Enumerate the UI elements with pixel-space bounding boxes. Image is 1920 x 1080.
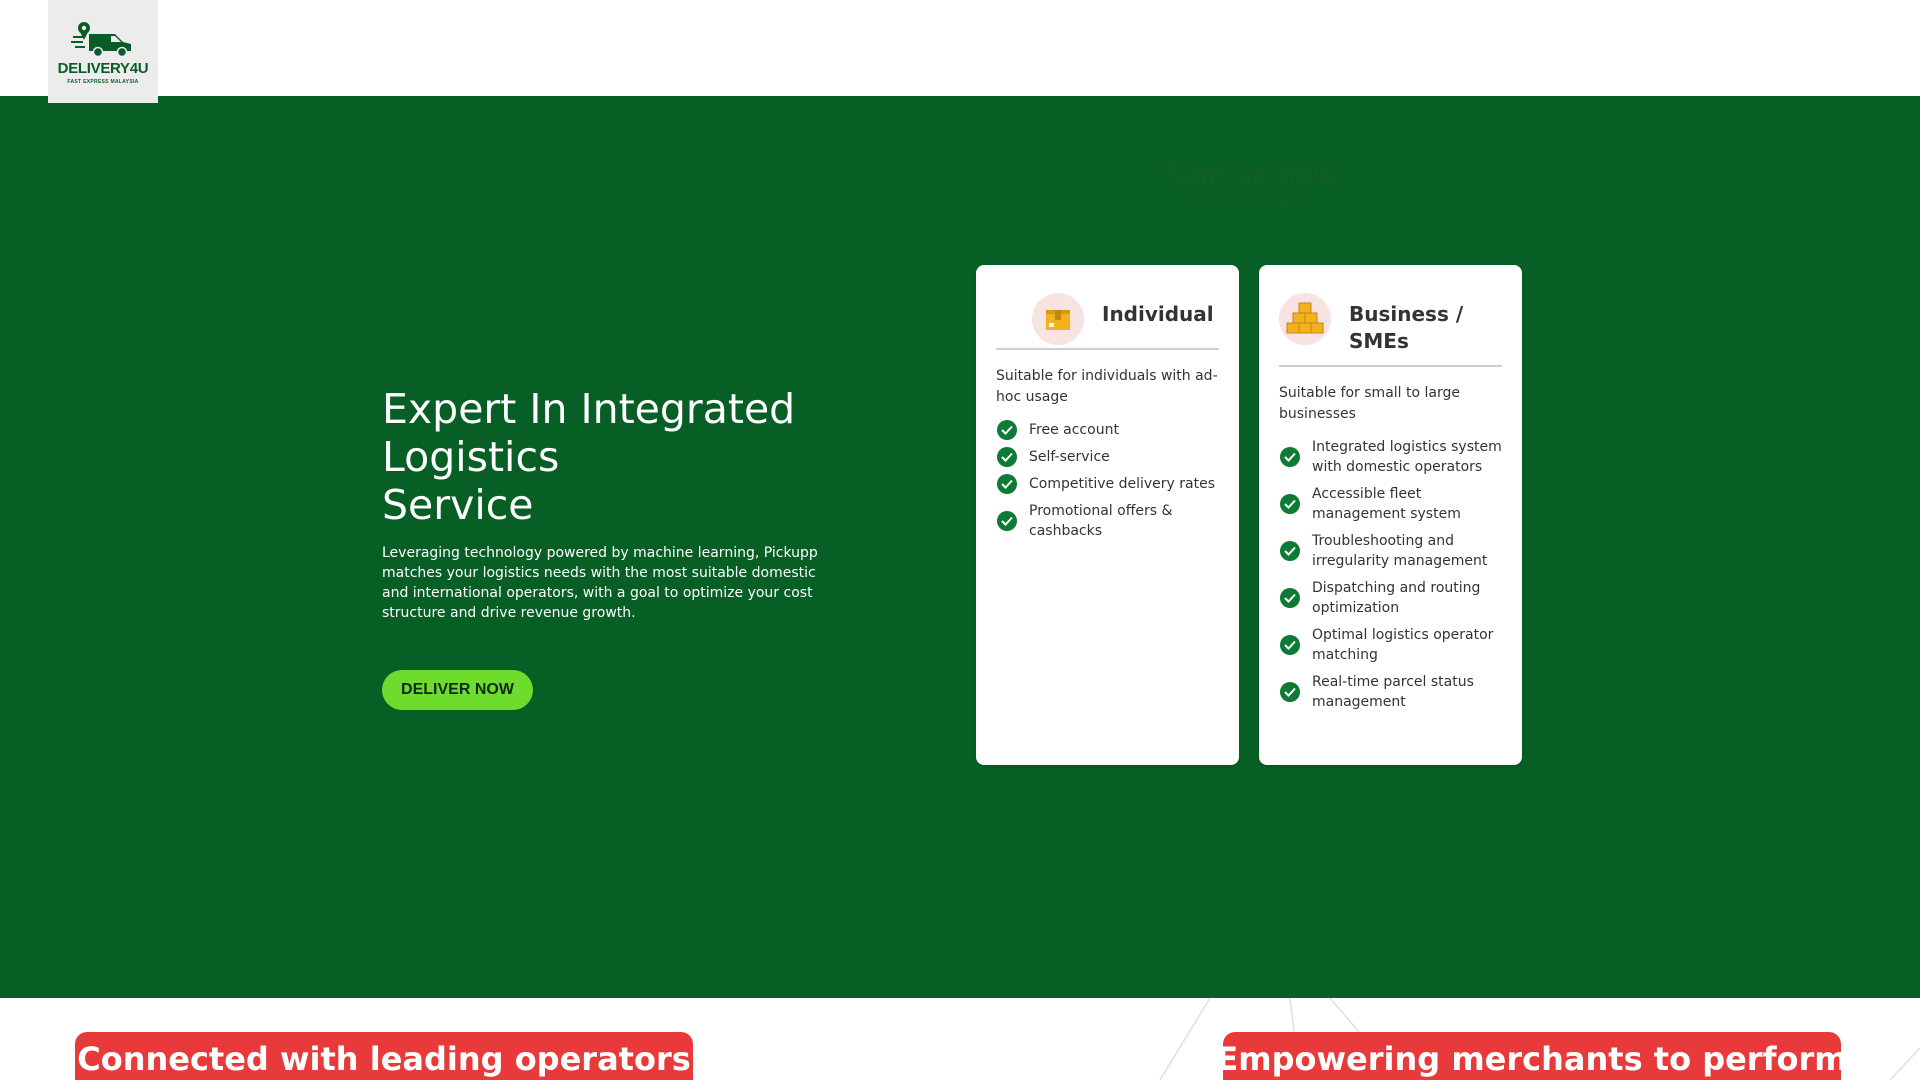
feature-label: Optimal logistics operator matching: [1312, 627, 1494, 663]
delivery-truck-icon: [71, 22, 131, 58]
logo-tagline: FAST EXPRESS MALAYSIA: [67, 79, 139, 85]
hero-title: Expert In Integrated Logistics Service: [382, 385, 852, 529]
business-plan-card[interactable]: Business / SMEs Suitable for small to la…: [1259, 265, 1522, 765]
check-icon: [997, 447, 1017, 467]
feature-label: Real-time parcel status management: [1312, 674, 1474, 710]
feature-list: Integrated logistics system with domesti…: [1279, 437, 1502, 712]
hero-description: Leveraging technology powered by machine…: [382, 545, 818, 621]
feature-item: Troubleshooting and irregularity managem…: [1279, 531, 1502, 571]
feature-label: Accessible fleet management system: [1312, 486, 1461, 522]
feature-item: Promotional offers & cashbacks: [996, 501, 1219, 541]
banner-heading: Connected with leading operators: [77, 1040, 691, 1078]
check-icon: [997, 474, 1017, 494]
check-icon: [1280, 635, 1300, 655]
check-icon: [1280, 682, 1300, 702]
feature-label: Integrated logistics system with domesti…: [1312, 439, 1502, 475]
check-icon: [1280, 447, 1300, 467]
feature-item: Optimal logistics operator matching: [1279, 625, 1502, 665]
banner-heading: Empowering merchants to perform: [1216, 1040, 1848, 1078]
hero-title-line-1: Expert In Integrated: [382, 385, 796, 433]
card-description: Suitable for individuals with ad-hoc usa…: [996, 368, 1218, 405]
check-icon: [997, 420, 1017, 440]
logo-wordmark: DELIVERY4U: [57, 60, 149, 77]
stacked-boxes-icon: [1279, 293, 1331, 345]
check-icon: [1280, 494, 1300, 514]
card-title: Individual: [1102, 302, 1214, 326]
individual-plan-card[interactable]: Individual Suitable for individuals with…: [976, 265, 1239, 765]
feature-label: Self-service: [1029, 449, 1110, 465]
feature-label: Promotional offers & cashbacks: [1029, 503, 1173, 539]
feature-list: Free account Self-service Competitive de…: [996, 420, 1219, 541]
bottom-section: Connected with leading operators Empower…: [0, 998, 1920, 1080]
feature-item: Real-time parcel status management: [1279, 672, 1502, 712]
signup-title: Sign up now: [1163, 158, 1337, 191]
merchants-banner: Empowering merchants to perform: [1216, 1032, 1848, 1080]
site-header: DELIVERY4U FAST EXPRESS MALAYSIA: [0, 0, 1920, 103]
check-icon: [1280, 588, 1300, 608]
signup-subtitle: Free account setup: [1187, 194, 1312, 209]
card-divider: [996, 348, 1219, 350]
feature-label: Troubleshooting and irregularity managem…: [1312, 533, 1488, 569]
hero-title-line-2: Logistics: [382, 433, 560, 481]
feature-label: Free account: [1029, 422, 1119, 438]
card-description: Suitable for small to large businesses: [1279, 385, 1460, 422]
card-header: Business / SMEs: [1279, 293, 1502, 355]
check-icon: [997, 511, 1017, 531]
feature-item: Accessible fleet management system: [1279, 484, 1502, 524]
feature-item: Dispatching and routing optimization: [1279, 578, 1502, 618]
feature-label: Competitive delivery rates: [1029, 476, 1215, 492]
card-header: Individual: [996, 293, 1219, 353]
card-title: Business / SMEs: [1349, 302, 1464, 353]
hero-title-line-3: Service: [382, 481, 534, 529]
feature-item: Free account: [996, 420, 1219, 440]
hero-section: Sign up now Free account setup Expert In…: [0, 96, 1920, 998]
feature-label: Dispatching and routing optimization: [1312, 580, 1481, 616]
check-icon: [1280, 541, 1300, 561]
operators-banner: Connected with leading operators: [75, 1032, 693, 1080]
brand-logo[interactable]: DELIVERY4U FAST EXPRESS MALAYSIA: [48, 0, 158, 103]
feature-item: Integrated logistics system with domesti…: [1279, 437, 1502, 477]
deliver-now-button[interactable]: DELIVER NOW: [382, 670, 533, 710]
card-divider: [1279, 365, 1502, 367]
box-icon: [1032, 293, 1084, 345]
feature-item: Competitive delivery rates: [996, 474, 1219, 494]
feature-item: Self-service: [996, 447, 1219, 467]
